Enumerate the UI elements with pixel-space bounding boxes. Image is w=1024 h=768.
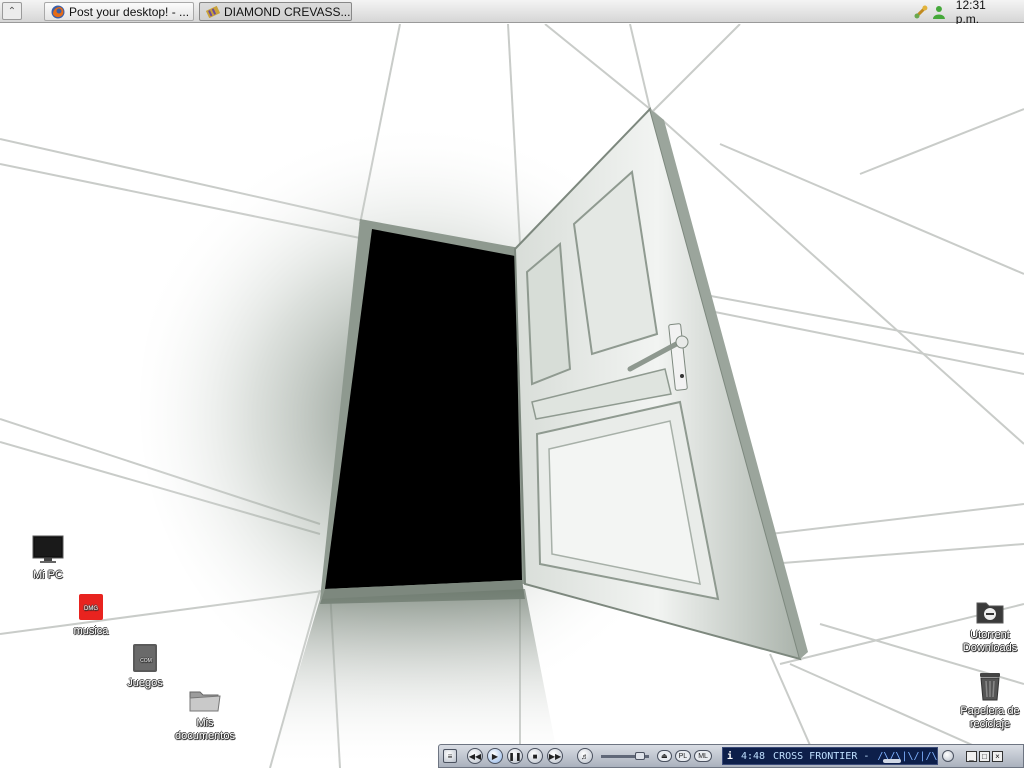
eject-button[interactable]: ⏏ (657, 750, 672, 762)
recycle-bin-icon (980, 673, 1000, 701)
firefox-icon (51, 5, 65, 18)
chevron-up-icon: ⌃ (7, 5, 17, 17)
volume-slider[interactable] (601, 751, 649, 760)
desktop-icon-mi-pc[interactable]: Mi PC (11, 534, 85, 582)
stop-button[interactable]: ■ (527, 748, 543, 764)
taskbar: ⌃ Post your desktop! - ... DIAMOND CREVA… (0, 0, 1024, 26)
next-icon: ▶▶ (548, 751, 562, 761)
next-button[interactable]: ▶▶ (547, 748, 563, 764)
svg-text:COM: COM (140, 658, 152, 664)
desktop-icon-recycle-bin[interactable]: Papelera de reciclaje (953, 670, 1024, 731)
eject-icon: ⏏ (661, 753, 668, 760)
play-icon: ▶ (491, 751, 499, 761)
track-time: 4:48 (740, 750, 766, 762)
player-window-controls: _ □ × (965, 750, 1003, 762)
start-button[interactable]: ⌃ (2, 2, 22, 20)
desktop-icon-label: musica (73, 625, 109, 637)
media-library-toggle[interactable]: ML (694, 750, 712, 762)
network-icon[interactable] (914, 5, 928, 19)
player-menu-button[interactable]: ≡ (443, 749, 457, 763)
task-label-winrar: DIAMOND CREVASS... (224, 4, 351, 19)
desktop-icon-utorrent-downloads[interactable]: Utorrent Downloads (953, 598, 1024, 655)
seek-bar-knob[interactable] (882, 759, 901, 763)
speaker-icon: ♬ (581, 751, 589, 761)
music-folder-icon: DMG (79, 594, 103, 620)
previous-button[interactable]: ◀◀ (467, 748, 483, 764)
play-button[interactable]: ▶ (487, 748, 503, 764)
playlist-toggle[interactable]: PL (674, 750, 692, 762)
documents-folder-icon (189, 691, 221, 712)
track-title: CROSS FRONTIER - (773, 750, 870, 762)
desktop-icon-juegos[interactable]: COM Juegos (108, 642, 182, 690)
system-tray: 12:31 p.m. (914, 0, 1024, 26)
close-button[interactable]: × (991, 750, 1003, 762)
monitor-icon (32, 535, 64, 563)
volume-slider-knob[interactable] (635, 751, 645, 760)
shuffle-button[interactable] (941, 750, 954, 762)
desktop-icon-label: Utorrent Downloads (962, 629, 1018, 654)
task-label-firefox: Post your desktop! - ... (69, 4, 190, 19)
volume-button[interactable]: ♬ (577, 748, 593, 764)
desktop-icon-musica[interactable]: DMG musica (54, 592, 128, 638)
winrar-icon (206, 5, 220, 18)
desktop: Mi PC DMG musica COM Juegos Mis document… (0, 24, 1024, 768)
messenger-user-icon[interactable] (932, 5, 946, 19)
pause-icon: ❚❚ (508, 751, 522, 761)
stop-icon: ■ (532, 751, 538, 761)
restore-button[interactable]: □ (978, 750, 990, 762)
minimize-button[interactable]: _ (965, 750, 977, 762)
desktop-icon-label: Papelera de reciclaje (960, 705, 1020, 730)
games-folder-icon: COM (133, 644, 157, 672)
desktop-icon-label: Mi PC (33, 569, 63, 581)
task-button-winrar[interactable]: DIAMOND CREVASS... (199, 2, 352, 21)
task-button-firefox[interactable]: Post your desktop! - ... (44, 2, 194, 21)
clock: 12:31 p.m. (955, 0, 986, 26)
previous-icon: ◀◀ (468, 751, 482, 761)
desktop-icon-label: Juegos (127, 677, 163, 689)
pause-button[interactable]: ❚❚ (507, 748, 523, 764)
desktop-icon-label: Mis documentos (175, 717, 235, 742)
player-display: i 4:48 CROSS FRONTIER - /\/\|\/|/\| (721, 747, 938, 765)
media-player: ≡ ◀◀ ▶ ❚❚ ■ ▶▶ ♬ ⏏ PL ML i 4:48 CROSS FR… (438, 744, 1024, 768)
desktop-icon-mis-documentos[interactable]: Mis documentos (168, 686, 242, 743)
downloads-folder-icon (976, 602, 1004, 624)
info-icon: i (726, 750, 733, 762)
menu-icon: ≡ (447, 751, 453, 761)
svg-text:DMG: DMG (84, 606, 98, 612)
